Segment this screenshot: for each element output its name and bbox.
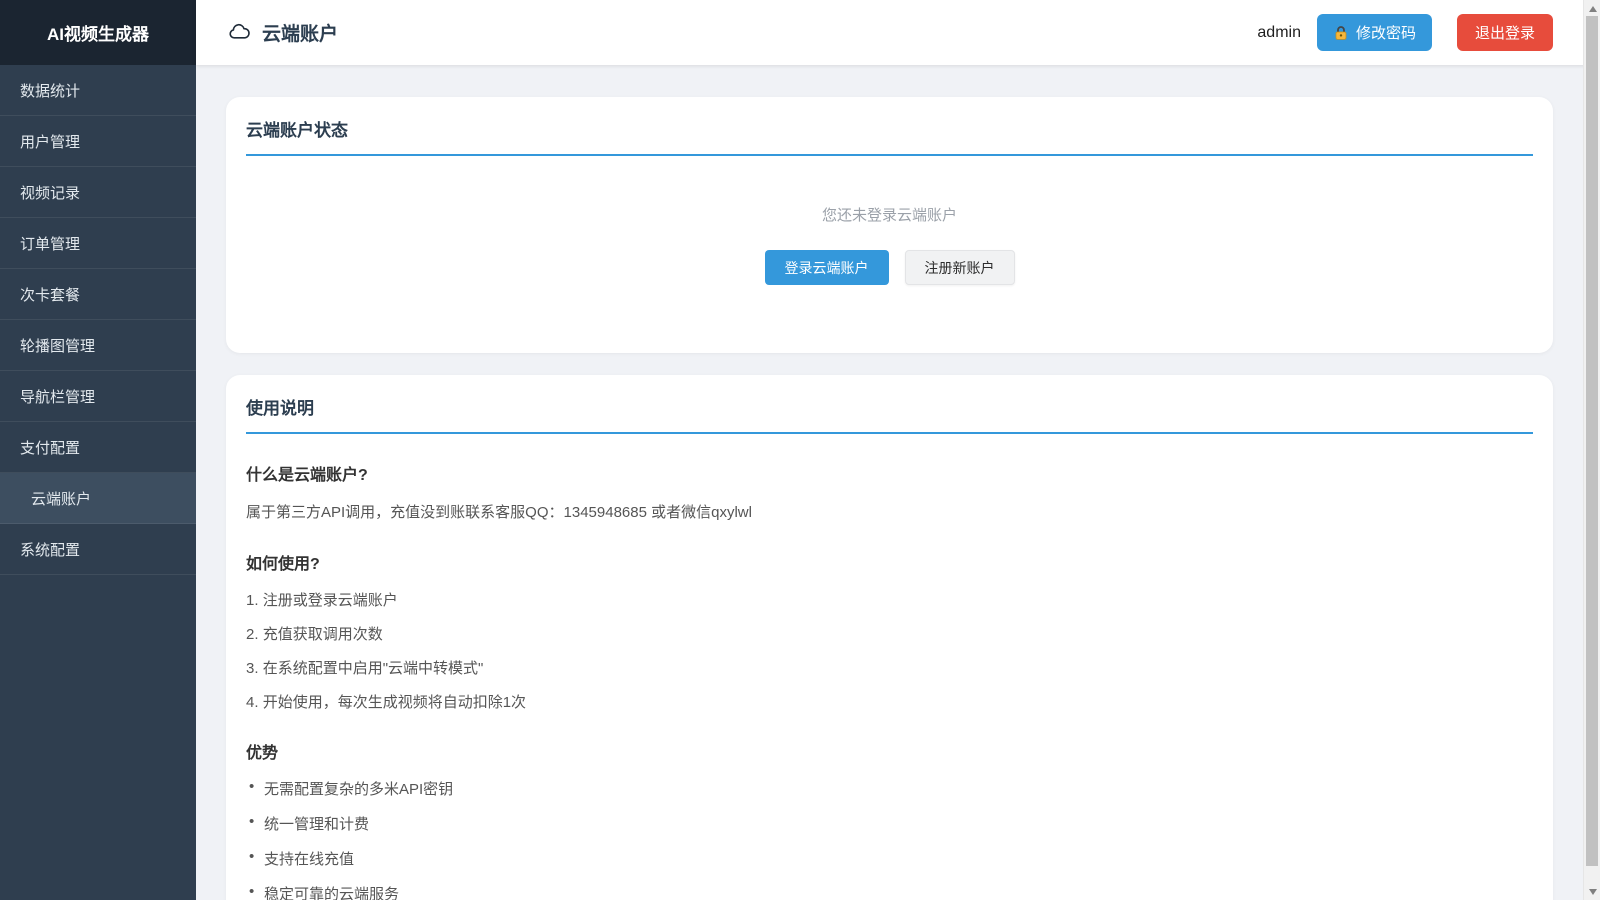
main-column: 云端账户 admin 修改密码 退出登录 (196, 0, 1600, 900)
sidebar-nav: 数据统计用户管理视频记录订单管理次卡套餐轮播图管理导航栏管理支付配置云端账户系统… (0, 65, 196, 575)
instructions-card: 使用说明 什么是云端账户? 属于第三方API调用，充值没到账联系客服QQ：134… (226, 375, 1553, 900)
status-actions: 登录云端账户 注册新账户 (246, 250, 1533, 285)
sidebar-item-carousel[interactable]: 轮播图管理 (0, 320, 196, 371)
advantage-item: 无需配置复杂的多米API密钥 (246, 778, 1533, 799)
sidebar: AI视频生成器 数据统计用户管理视频记录订单管理次卡套餐轮播图管理导航栏管理支付… (0, 0, 196, 900)
cloud-icon (228, 21, 251, 44)
topbar-actions: admin 修改密码 退出登录 (1257, 14, 1553, 51)
advantages-heading: 优势 (246, 739, 1533, 763)
register-account-button[interactable]: 注册新账户 (905, 250, 1015, 285)
change-password-button[interactable]: 修改密码 (1317, 14, 1432, 51)
logout-button[interactable]: 退出登录 (1457, 14, 1553, 51)
page-title: 云端账户 (262, 19, 338, 46)
status-card-title: 云端账户状态 (246, 116, 1533, 156)
lock-icon (1333, 25, 1349, 41)
app-window: AI视频生成器 数据统计用户管理视频记录订单管理次卡套餐轮播图管理导航栏管理支付… (0, 0, 1600, 900)
status-card: 云端账户状态 您还未登录云端账户 登录云端账户 注册新账户 (226, 97, 1553, 353)
how-to-step: 注册或登录云端账户 (246, 589, 1533, 610)
sidebar-item-users[interactable]: 用户管理 (0, 116, 196, 167)
change-password-label: 修改密码 (1356, 22, 1416, 43)
scroll-down-arrow[interactable] (1584, 883, 1600, 900)
sidebar-item-cloud-account[interactable]: 云端账户 (0, 473, 196, 524)
how-to-heading: 如何使用? (246, 550, 1533, 574)
advantage-item: 统一管理和计费 (246, 813, 1533, 834)
instructions-card-title: 使用说明 (246, 394, 1533, 434)
scroll-thumb[interactable] (1586, 16, 1598, 866)
how-to-step: 在系统配置中启用"云端中转模式" (246, 657, 1533, 678)
sidebar-item-stats[interactable]: 数据统计 (0, 65, 196, 116)
topbar-title-group: 云端账户 (228, 19, 338, 46)
topbar: 云端账户 admin 修改密码 退出登录 (196, 0, 1600, 65)
scrollbar[interactable] (1583, 0, 1600, 900)
what-is-heading: 什么是云端账户? (246, 461, 1533, 485)
how-to-step: 开始使用，每次生成视频将自动扣除1次 (246, 691, 1533, 712)
username: admin (1257, 24, 1301, 42)
sidebar-item-system[interactable]: 系统配置 (0, 524, 196, 575)
content-area: 云端账户状态 您还未登录云端账户 登录云端账户 注册新账户 使用说明 什么是云端… (196, 65, 1600, 900)
what-is-text: 属于第三方API调用，充值没到账联系客服QQ：1345948685 或者微信qx… (246, 502, 1533, 523)
how-to-steps-list: 注册或登录云端账户充值获取调用次数在系统配置中启用"云端中转模式" 开始使用，每次… (246, 589, 1533, 712)
advantage-item: 支持在线充值 (246, 848, 1533, 869)
app-title: AI视频生成器 (0, 0, 196, 65)
advantages-list: 无需配置复杂的多米API密钥统一管理和计费支持在线充值稳定可靠的云端服务 (246, 778, 1533, 900)
how-to-step: 充值获取调用次数 (246, 623, 1533, 644)
status-message: 您还未登录云端账户 (246, 204, 1533, 225)
advantage-item: 稳定可靠的云端服务 (246, 883, 1533, 900)
sidebar-item-video-records[interactable]: 视频记录 (0, 167, 196, 218)
sidebar-item-navbar[interactable]: 导航栏管理 (0, 371, 196, 422)
login-cloud-account-button[interactable]: 登录云端账户 (765, 250, 889, 285)
status-card-body: 您还未登录云端账户 登录云端账户 注册新账户 (246, 156, 1533, 329)
sidebar-item-payment[interactable]: 支付配置 (0, 422, 196, 473)
sidebar-item-card-packages[interactable]: 次卡套餐 (0, 269, 196, 320)
scroll-up-arrow[interactable] (1584, 0, 1600, 17)
sidebar-item-orders[interactable]: 订单管理 (0, 218, 196, 269)
